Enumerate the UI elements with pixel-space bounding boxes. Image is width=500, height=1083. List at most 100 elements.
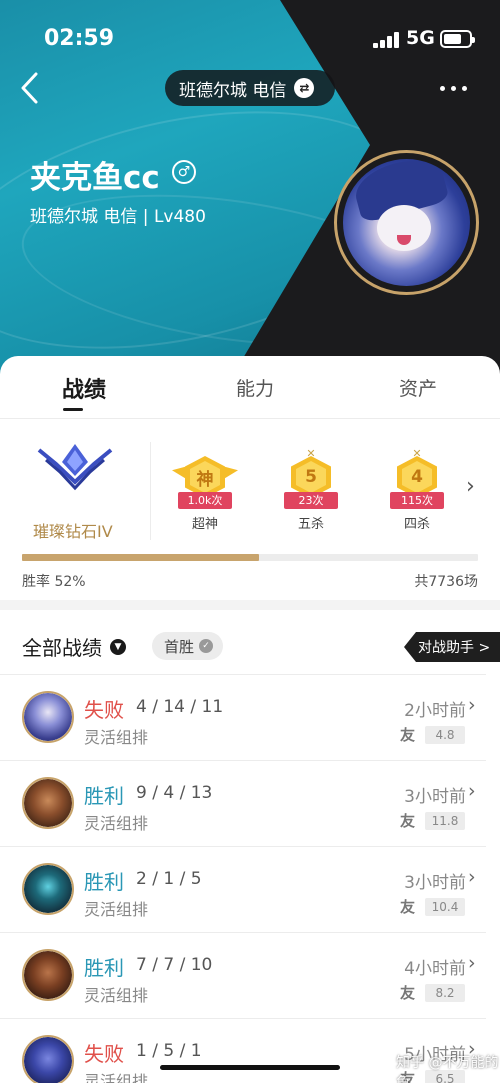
match-result: 胜利 bbox=[84, 870, 124, 894]
first-win-label: 首胜 bbox=[164, 637, 195, 656]
badge-count: 1.0k次 bbox=[178, 492, 232, 509]
section-separator bbox=[0, 600, 500, 610]
network-type: 5G bbox=[406, 27, 435, 49]
server-label: 班德尔城 电信 bbox=[179, 80, 287, 101]
profile-header: 02:59 5G 班德尔城 电信 ⇄ 夹克鱼cc ♂ 班德尔城 电信 | Lv4… bbox=[0, 0, 500, 380]
champion-avatar bbox=[22, 863, 74, 915]
win-rate-fill bbox=[22, 554, 260, 561]
match-result: 胜利 bbox=[84, 784, 124, 808]
match-mode: 灵活组排 bbox=[84, 986, 149, 1005]
badge-count: 115次 bbox=[390, 492, 444, 509]
divider bbox=[0, 760, 486, 761]
total-games: 共7736场 bbox=[414, 574, 478, 590]
match-kda: 4 / 14 / 11 bbox=[136, 697, 224, 717]
match-time: 2小时前 bbox=[404, 701, 466, 721]
match-time: 4小时前 bbox=[404, 959, 466, 979]
tab-assets[interactable]: 资产 bbox=[399, 374, 437, 401]
avatar-image bbox=[343, 159, 470, 286]
match-row[interactable]: 胜利 2 / 1 / 5 灵活组排 3小时前 › 友 10.4 bbox=[0, 846, 500, 932]
teammate-tag: 友 bbox=[400, 812, 416, 830]
server-switch-button[interactable]: 班德尔城 电信 ⇄ bbox=[165, 70, 335, 106]
badge-label: 五杀 bbox=[297, 517, 324, 532]
win-rate-label: 胜率 52% bbox=[22, 574, 86, 590]
status-time: 02:59 bbox=[44, 26, 115, 51]
champion-avatar bbox=[22, 949, 74, 1001]
divider bbox=[0, 418, 500, 419]
win-rate-bar bbox=[22, 554, 478, 561]
battery-icon bbox=[440, 30, 475, 48]
badge-count: 23次 bbox=[284, 492, 338, 509]
content-panel: 战绩 能力 资产 璀璨钻石IV 神 1.0k次 超神 ✕ 5 23次 五杀 ✕ … bbox=[0, 356, 500, 1083]
champion-avatar bbox=[22, 1035, 74, 1083]
match-time: 3小时前 bbox=[404, 787, 466, 807]
divider bbox=[0, 846, 486, 847]
badge-pentakill[interactable]: ✕ 5 23次 五杀 bbox=[276, 448, 346, 538]
player-nickname: 夹克鱼cc bbox=[30, 160, 160, 196]
match-kda: 7 / 7 / 10 bbox=[136, 955, 213, 975]
badge-legendary[interactable]: 神 1.0k次 超神 bbox=[170, 448, 240, 538]
match-result: 胜利 bbox=[84, 956, 124, 980]
all-record-label: 全部战绩 bbox=[22, 636, 102, 660]
match-row[interactable]: 胜利 9 / 4 / 13 灵活组排 3小时前 › 友 11.8 bbox=[0, 760, 500, 846]
home-indicator[interactable] bbox=[160, 1065, 340, 1070]
more-options-button[interactable] bbox=[440, 80, 480, 96]
champion-avatar bbox=[22, 777, 74, 829]
match-kda: 9 / 4 / 13 bbox=[136, 783, 213, 803]
champion-avatar bbox=[22, 691, 74, 743]
tab-bar: 战绩 能力 资产 bbox=[0, 356, 500, 420]
dot-icon bbox=[440, 85, 445, 91]
divider bbox=[0, 1018, 486, 1019]
tab-ability[interactable]: 能力 bbox=[236, 374, 274, 401]
divider bbox=[0, 674, 486, 675]
match-score: 8.2 bbox=[425, 984, 465, 1002]
chevron-right-icon: › bbox=[468, 694, 476, 716]
badge-quadrakill[interactable]: ✕ 4 115次 四杀 bbox=[382, 448, 452, 538]
match-result: 失败 bbox=[84, 698, 124, 722]
match-mode: 灵活组排 bbox=[84, 814, 149, 833]
badge-glyph: 5 bbox=[296, 461, 326, 493]
match-mode: 灵活组排 bbox=[84, 728, 149, 747]
battle-assistant-button[interactable]: 对战助手 > bbox=[404, 632, 500, 662]
rank-summary: 璀璨钻石IV 神 1.0k次 超神 ✕ 5 23次 五杀 ✕ 4 115次 四杀… bbox=[0, 420, 500, 600]
first-win-filter[interactable]: 首胜 ✓ bbox=[152, 632, 224, 660]
match-kda: 1 / 5 / 1 bbox=[136, 1041, 202, 1061]
match-score: 10.4 bbox=[425, 898, 465, 916]
match-time: 3小时前 bbox=[404, 873, 466, 893]
dot-icon bbox=[451, 85, 456, 91]
teammate-tag: 友 bbox=[400, 898, 416, 916]
chevron-left-icon bbox=[21, 72, 38, 104]
caret-down-icon: ▼ bbox=[110, 638, 126, 655]
chevron-right-icon[interactable]: › bbox=[466, 474, 475, 499]
server-level-line: 班德尔城 电信 | Lv480 bbox=[30, 207, 206, 227]
badge-glyph: 4 bbox=[402, 461, 432, 493]
swap-icon: ⇄ bbox=[294, 78, 315, 98]
signal-icon bbox=[373, 32, 401, 48]
rank-name: 璀璨钻石IV bbox=[33, 522, 113, 541]
match-score: 11.8 bbox=[425, 812, 465, 830]
player-avatar[interactable] bbox=[334, 150, 479, 295]
match-score: 4.8 bbox=[425, 726, 465, 744]
check-icon: ✓ bbox=[199, 639, 214, 653]
match-kda: 2 / 1 / 5 bbox=[136, 869, 202, 889]
back-button[interactable] bbox=[16, 68, 46, 108]
match-row[interactable]: 失败 4 / 14 / 11 灵活组排 2小时前 › 友 4.8 bbox=[0, 674, 500, 760]
watermark: 知乎 @不万能的鱼 bbox=[396, 1055, 499, 1083]
teammate-tag: 友 bbox=[400, 984, 416, 1002]
divider bbox=[0, 932, 486, 933]
chevron-right-icon: › bbox=[468, 866, 476, 888]
badge-label: 超神 bbox=[191, 517, 218, 532]
tab-record[interactable]: 战绩 bbox=[62, 372, 106, 404]
match-row[interactable]: 胜利 7 / 7 / 10 灵活组排 4小时前 › 友 8.2 bbox=[0, 932, 500, 1018]
badge-label: 四杀 bbox=[403, 517, 430, 532]
dot-icon bbox=[462, 85, 467, 91]
badge-glyph: 神 bbox=[190, 461, 220, 493]
match-result: 失败 bbox=[84, 1042, 124, 1066]
diamond-rank-icon bbox=[36, 442, 114, 492]
all-record-dropdown[interactable]: 全部战绩 ▼ bbox=[22, 632, 126, 661]
divider bbox=[150, 442, 151, 540]
match-mode: 灵活组排 bbox=[84, 1072, 149, 1083]
match-mode: 灵活组排 bbox=[84, 900, 149, 919]
filter-row: 全部战绩 ▼ 首胜 ✓ 对战助手 > bbox=[0, 610, 500, 674]
chevron-right-icon: › bbox=[468, 952, 476, 974]
chevron-right-icon: › bbox=[468, 780, 476, 802]
